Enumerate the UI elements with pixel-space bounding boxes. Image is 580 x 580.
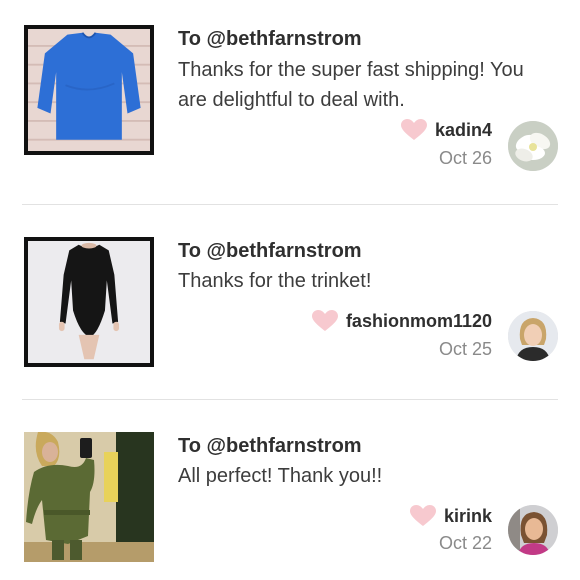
listing-thumbnail[interactable] bbox=[24, 432, 154, 562]
username-link[interactable]: kadin4 bbox=[435, 120, 492, 141]
user-avatar[interactable] bbox=[508, 505, 558, 555]
user-line: kirink bbox=[409, 505, 492, 527]
username-link[interactable]: fashionmom1120 bbox=[346, 311, 492, 332]
recipient-label[interactable]: To @bethfarnstrom bbox=[178, 28, 362, 51]
note-date: Oct 25 bbox=[438, 339, 492, 359]
black-bodysuit-photo-icon bbox=[28, 241, 150, 363]
white-flower-avatar-icon bbox=[508, 121, 558, 171]
blue-sweater-photo-icon bbox=[28, 29, 150, 151]
user-avatar[interactable] bbox=[508, 121, 558, 171]
love-note-item: To @bethfarnstrom Thanks for the trinket… bbox=[0, 205, 580, 400]
recipient-label[interactable]: To @bethfarnstrom bbox=[178, 435, 362, 458]
note-message: All perfect! Thank you!! bbox=[178, 465, 383, 487]
note-message: Thanks for the super fast shipping! You … bbox=[178, 59, 524, 111]
listing-thumbnail[interactable] bbox=[24, 237, 154, 367]
heart-icon[interactable] bbox=[311, 310, 338, 332]
olive-jacket-mirror-selfie-photo-icon bbox=[24, 432, 154, 562]
love-note-item: To @bethfarnstrom Thanks for the super f… bbox=[0, 0, 580, 200]
note-message: Thanks for the trinket! bbox=[178, 270, 372, 292]
love-note-item: To @bethfarnstrom All perfect! Thank you… bbox=[0, 400, 580, 580]
woman-portrait-avatar-icon bbox=[508, 311, 558, 361]
user-line: fashionmom1120 bbox=[311, 310, 492, 332]
recipient-label[interactable]: To @bethfarnstrom bbox=[178, 240, 362, 263]
love-notes-feed: To @bethfarnstrom Thanks for the super f… bbox=[0, 0, 580, 580]
username-link[interactable]: kirink bbox=[444, 506, 492, 527]
listing-thumbnail[interactable] bbox=[24, 25, 154, 155]
heart-icon[interactable] bbox=[409, 505, 436, 527]
heart-icon[interactable] bbox=[400, 119, 427, 141]
note-date: Oct 22 bbox=[438, 533, 492, 553]
user-line: kadin4 bbox=[400, 119, 492, 141]
note-date: Oct 26 bbox=[438, 148, 492, 168]
user-avatar[interactable] bbox=[508, 311, 558, 361]
woman-smiling-avatar-icon bbox=[508, 505, 558, 555]
